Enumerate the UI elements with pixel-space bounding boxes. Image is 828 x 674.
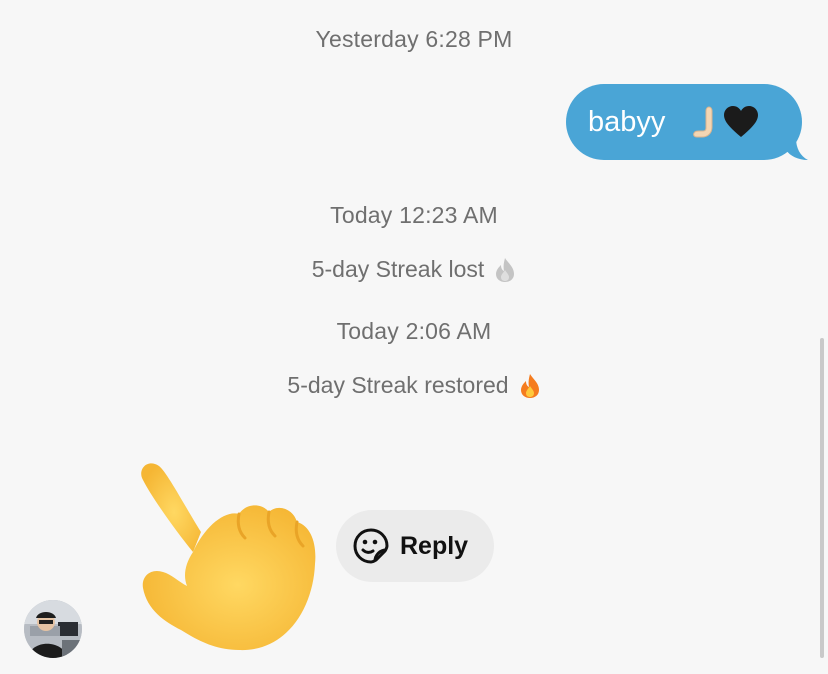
message-text: babyy — [588, 105, 666, 138]
bubble-tail — [786, 138, 808, 160]
chat-thread: Yesterday 6:28 PM babyy Today 12:23 AM 5… — [0, 0, 828, 674]
reply-button[interactable]: Reply — [336, 510, 494, 582]
streak-lost-notice: 5-day Streak lost — [0, 256, 828, 283]
avatar-photo — [24, 600, 82, 658]
streak-restored-notice: 5-day Streak restored — [0, 372, 828, 399]
timestamp-today-2: Today 2:06 AM — [336, 318, 492, 344]
timestamp-today-1: Today 12:23 AM — [330, 202, 498, 228]
scrollbar[interactable] — [820, 338, 824, 658]
gray-flame-icon — [496, 257, 515, 282]
black-heart-icon — [724, 106, 759, 137]
contact-avatar[interactable] — [24, 600, 82, 658]
pointing-hand-icon — [141, 463, 316, 651]
sent-message-bubble[interactable]: babyy — [566, 84, 808, 160]
streak-restored-text: 5-day Streak restored — [287, 372, 509, 398]
streak-lost-text: 5-day Streak lost — [311, 256, 485, 282]
reply-label: Reply — [400, 531, 469, 560]
message-emojis — [691, 105, 759, 139]
timestamp-yesterday: Yesterday 6:28 PM — [315, 26, 513, 52]
orange-flame-icon — [520, 373, 539, 398]
beckoning-hand-icon — [693, 106, 713, 138]
sticker-face-icon — [353, 528, 389, 564]
